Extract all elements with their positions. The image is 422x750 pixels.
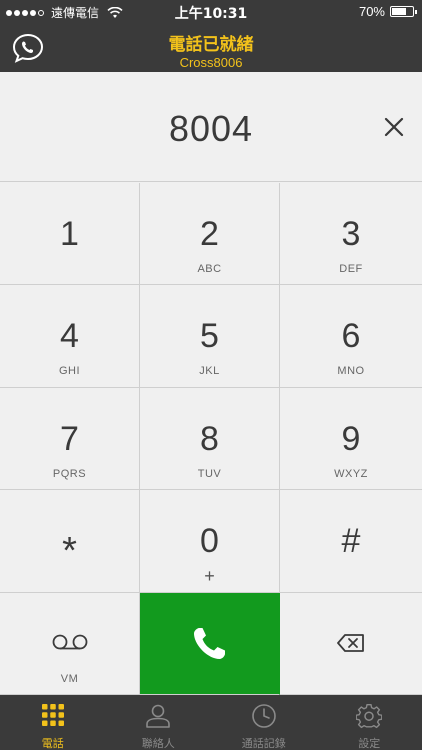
- tab-settings[interactable]: 設定: [317, 695, 422, 750]
- contact-person-icon: [146, 704, 171, 728]
- tab-label: 設定: [358, 737, 381, 750]
- tab-call-history[interactable]: 通話記錄: [211, 695, 317, 750]
- key-digit: 7: [60, 419, 79, 458]
- status-right: 70%: [358, 4, 417, 19]
- keypad: 1 2 ABC 3 DEF 4 GHI 5 JKL 6 MNO 7 PQRS 8 TUV 9 W…: [0, 183, 422, 695]
- key-digit: 0: [200, 522, 219, 561]
- tab-contacts[interactable]: 聯絡人: [106, 695, 212, 750]
- key-digit: 2: [200, 215, 219, 253]
- battery-icon: [390, 6, 417, 17]
- key-digit: 6: [341, 317, 361, 356]
- key-digit: 5: [200, 317, 219, 356]
- key-digit: 1: [60, 215, 79, 253]
- key-digit: *: [62, 530, 77, 573]
- key-digit: 3: [341, 215, 361, 253]
- call-button[interactable]: [140, 592, 280, 695]
- battery-percent: 70%: [358, 4, 385, 19]
- key-3[interactable]: 3 DEF: [280, 183, 422, 286]
- key-letters: JKL: [199, 365, 220, 378]
- number-display: 8004: [0, 72, 422, 182]
- key-8[interactable]: 8 TUV: [140, 387, 280, 491]
- key-9[interactable]: 9 WXYZ: [280, 387, 422, 491]
- tab-label: 電話: [41, 737, 64, 750]
- key-letters: WXYZ: [334, 467, 368, 480]
- voicemail-icon: [52, 634, 87, 649]
- key-0[interactable]: 0 +: [140, 490, 280, 593]
- vm-label: VM: [60, 672, 79, 685]
- key-letters: ABC: [197, 263, 222, 275]
- tab-bar: 電話 聯絡人 通話記錄 設定: [0, 695, 422, 750]
- dialed-number[interactable]: 8004: [0, 108, 422, 150]
- page-title: 電話已就緒: [168, 35, 254, 55]
- key-6[interactable]: 6 MNO: [280, 285, 422, 388]
- key-digit: 4: [60, 317, 79, 356]
- key-1[interactable]: 1: [0, 183, 140, 286]
- key-digit: #: [341, 522, 361, 561]
- key-letters: PQRS: [52, 467, 87, 480]
- key-hash[interactable]: #: [280, 490, 422, 593]
- key-letters: GHI: [58, 365, 81, 378]
- keypad-grid-icon: [41, 704, 64, 726]
- key-star[interactable]: *: [0, 490, 140, 593]
- key-digit: 9: [341, 419, 361, 458]
- status-bar: 遠傳電信 上午10:31 70%: [0, 0, 422, 24]
- tab-phone[interactable]: 電話: [0, 695, 106, 750]
- key-letters: TUV: [197, 467, 222, 480]
- tab-label: 聯絡人: [141, 737, 175, 750]
- account-name: Cross8006: [179, 55, 243, 70]
- key-letters: DEF: [339, 263, 363, 275]
- close-icon[interactable]: [382, 115, 406, 139]
- top-bar: 遠傳電信 上午10:31 70% 電話已就緒 Cross8006: [0, 0, 422, 72]
- key-letters: MNO: [337, 365, 365, 378]
- gear-icon: [356, 703, 383, 729]
- key-2[interactable]: 2 ABC: [140, 183, 280, 286]
- backspace-button[interactable]: [280, 592, 422, 695]
- key-5[interactable]: 5 JKL: [140, 285, 280, 388]
- key-digit: 8: [200, 419, 219, 458]
- backspace-icon: [337, 634, 364, 653]
- key-4[interactable]: 4 GHI: [0, 285, 140, 388]
- voicemail-button[interactable]: VM: [0, 592, 140, 695]
- key-7[interactable]: 7 PQRS: [0, 387, 140, 491]
- app-header: 電話已就緒 Cross8006: [0, 24, 422, 72]
- phone-icon: [193, 628, 225, 660]
- clock-icon: [251, 704, 276, 728]
- key-letters: +: [204, 566, 215, 587]
- tab-label: 通話記錄: [241, 737, 286, 750]
